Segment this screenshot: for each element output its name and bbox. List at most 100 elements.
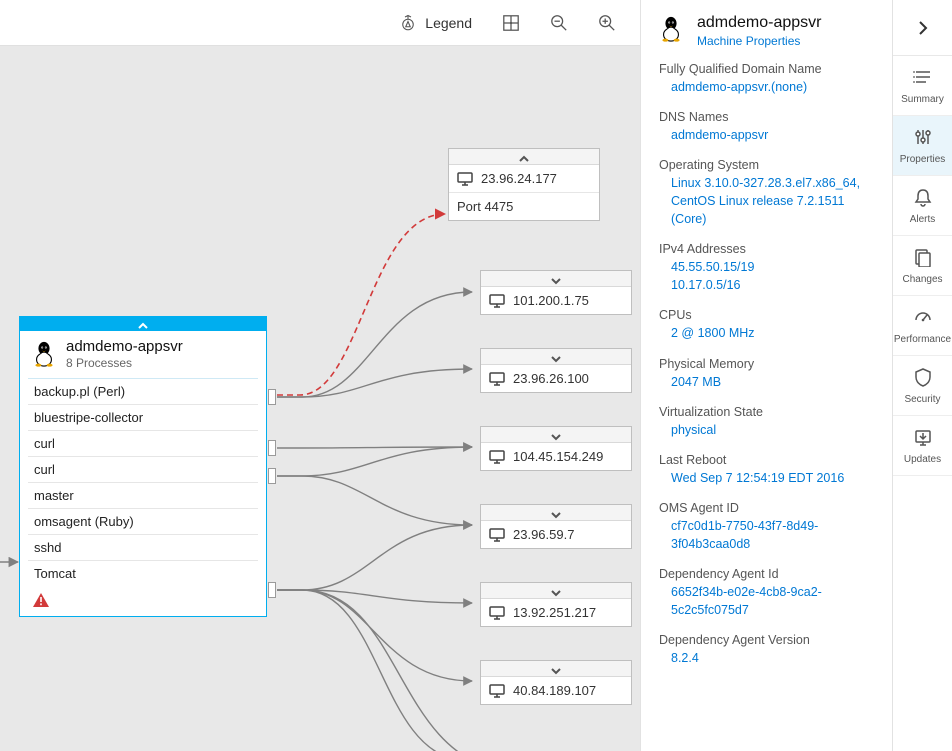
property-value-line: admdemo-appsvr.(none) <box>671 78 874 96</box>
property-value-line: 8.2.4 <box>671 649 874 667</box>
property-value-line: cf7c0d1b-7750-43f7-8d49-3f04b3caa0d8 <box>671 517 874 553</box>
property-value: 8.2.4 <box>659 649 874 667</box>
remote-node-collapse[interactable] <box>481 349 631 365</box>
property-label: Dependency Agent Version <box>659 633 874 647</box>
rail-tab-updates[interactable]: Updates <box>893 416 952 476</box>
remote-ip-row[interactable]: 40.84.189.107 <box>481 677 631 704</box>
property-label: CPUs <box>659 308 874 322</box>
rail-tab-summary[interactable]: Summary <box>893 56 952 116</box>
process-item[interactable]: omsagent (Ruby) <box>28 509 258 535</box>
fit-to-screen-icon[interactable] <box>502 14 520 32</box>
panel-title: admdemo-appsvr <box>697 14 822 32</box>
properties-icon <box>913 127 933 150</box>
remote-ip: 23.96.59.7 <box>513 527 574 542</box>
dependency-map-canvas[interactable]: Legend <box>0 0 640 751</box>
remote-ip-row[interactable]: 23.96.24.177 <box>449 165 599 192</box>
property-row: Operating SystemLinux 3.10.0-327.28.3.el… <box>659 158 874 228</box>
chevron-up-icon <box>138 319 148 329</box>
property-value: 2047 MB <box>659 373 874 391</box>
remote-node[interactable]: 101.200.1.75 <box>480 270 632 315</box>
panel-header: admdemo-appsvr Machine Properties <box>659 14 874 48</box>
chevron-up-icon <box>519 152 529 162</box>
remote-ip-row[interactable]: 13.92.251.217 <box>481 599 631 626</box>
monitor-icon <box>489 294 505 308</box>
property-label: Dependency Agent Id <box>659 567 874 581</box>
port-stub <box>268 440 276 456</box>
process-item[interactable]: sshd <box>28 535 258 561</box>
remote-port: Port 4475 <box>457 199 513 214</box>
zoom-out-icon[interactable] <box>550 14 568 32</box>
rail-tab-alerts[interactable]: Alerts <box>893 176 952 236</box>
chevron-down-icon <box>551 430 561 440</box>
remote-node[interactable]: 23.96.26.100 <box>480 348 632 393</box>
port-stub <box>268 468 276 484</box>
remote-node-collapse[interactable] <box>449 149 599 165</box>
remote-node[interactable]: 104.45.154.249 <box>480 426 632 471</box>
rail-tab-performance[interactable]: Performance <box>893 296 952 356</box>
monitor-icon <box>489 450 505 464</box>
property-value-line: 10.17.0.5/16 <box>671 276 874 294</box>
rail-tab-label: Summary <box>901 94 944 105</box>
zoom-in-icon[interactable] <box>598 14 616 32</box>
remote-node-collapse[interactable] <box>481 427 631 443</box>
rail-tab-changes[interactable]: Changes <box>893 236 952 296</box>
updates-icon <box>913 427 933 450</box>
remote-ip: 23.96.24.177 <box>481 171 557 186</box>
property-row: Last RebootWed Sep 7 12:54:19 EDT 2016 <box>659 453 874 487</box>
process-list: backup.pl (Perl) bluestripe-collector cu… <box>28 378 258 586</box>
property-label: Virtualization State <box>659 405 874 419</box>
remote-node-collapse[interactable] <box>481 661 631 677</box>
property-row: Fully Qualified Domain Nameadmdemo-appsv… <box>659 62 874 96</box>
property-value-line: 2 @ 1800 MHz <box>671 324 874 342</box>
rail-tab-label: Updates <box>904 454 941 465</box>
rail-tab-properties[interactable]: Properties <box>893 116 952 176</box>
process-item[interactable]: master <box>28 483 258 509</box>
collapse-panel-button[interactable] <box>893 0 952 56</box>
legend-label: Legend <box>425 15 472 31</box>
process-item[interactable]: curl <box>28 431 258 457</box>
machine-node-collapse[interactable] <box>20 317 266 331</box>
property-row: OMS Agent IDcf7c0d1b-7750-43f7-8d49-3f04… <box>659 501 874 553</box>
right-rail: Summary PropertiesAlerts Changes Performanc… <box>892 0 952 751</box>
remote-node-expanded[interactable]: 23.96.24.177 Port 4475 <box>448 148 600 221</box>
machine-node[interactable]: admdemo-appsvr 8 Processes backup.pl (Pe… <box>19 316 267 617</box>
remote-node-collapse[interactable] <box>481 583 631 599</box>
rail-tab-label: Changes <box>902 274 942 285</box>
legend-button[interactable]: Legend <box>399 14 472 32</box>
property-value: 45.55.50.15/1910.17.0.5/16 <box>659 258 874 294</box>
machine-node-header[interactable]: admdemo-appsvr 8 Processes <box>20 331 266 378</box>
remote-node[interactable]: 40.84.189.107 <box>480 660 632 705</box>
remote-node[interactable]: 23.96.59.7 <box>480 504 632 549</box>
property-value-line: admdemo-appsvr <box>671 126 874 144</box>
remote-node-collapse[interactable] <box>481 271 631 287</box>
remote-ip-row[interactable]: 101.200.1.75 <box>481 287 631 314</box>
remote-port-row[interactable]: Port 4475 <box>449 192 599 220</box>
process-item[interactable]: bluestripe-collector <box>28 405 258 431</box>
chevron-down-icon <box>551 586 561 596</box>
property-value-line: 2047 MB <box>671 373 874 391</box>
remote-ip-row[interactable]: 104.45.154.249 <box>481 443 631 470</box>
property-row: IPv4 Addresses45.55.50.15/1910.17.0.5/16 <box>659 242 874 294</box>
process-item[interactable]: backup.pl (Perl) <box>28 379 258 405</box>
remote-ip-row[interactable]: 23.96.59.7 <box>481 521 631 548</box>
changes-icon <box>913 247 933 270</box>
properties-panel: admdemo-appsvr Machine Properties Fully … <box>640 0 892 751</box>
property-value-line: Linux 3.10.0-327.28.3.el7.x86_64, CentOS… <box>671 174 874 228</box>
property-label: Physical Memory <box>659 357 874 371</box>
property-value: cf7c0d1b-7750-43f7-8d49-3f04b3caa0d8 <box>659 517 874 553</box>
alert-icon[interactable] <box>32 592 50 608</box>
remote-ip-row[interactable]: 23.96.26.100 <box>481 365 631 392</box>
chevron-down-icon <box>551 274 561 284</box>
alerts-icon <box>913 187 933 210</box>
remote-ip: 104.45.154.249 <box>513 449 603 464</box>
rail-tab-security[interactable]: Security <box>893 356 952 416</box>
port-stub <box>268 582 276 598</box>
remote-node-collapse[interactable] <box>481 505 631 521</box>
compass-icon <box>399 14 417 32</box>
process-item[interactable]: Tomcat <box>28 561 258 586</box>
remote-node[interactable]: 13.92.251.217 <box>480 582 632 627</box>
linux-icon <box>659 16 685 46</box>
process-item[interactable]: curl <box>28 457 258 483</box>
monitor-icon <box>489 684 505 698</box>
remote-ip: 40.84.189.107 <box>513 683 596 698</box>
